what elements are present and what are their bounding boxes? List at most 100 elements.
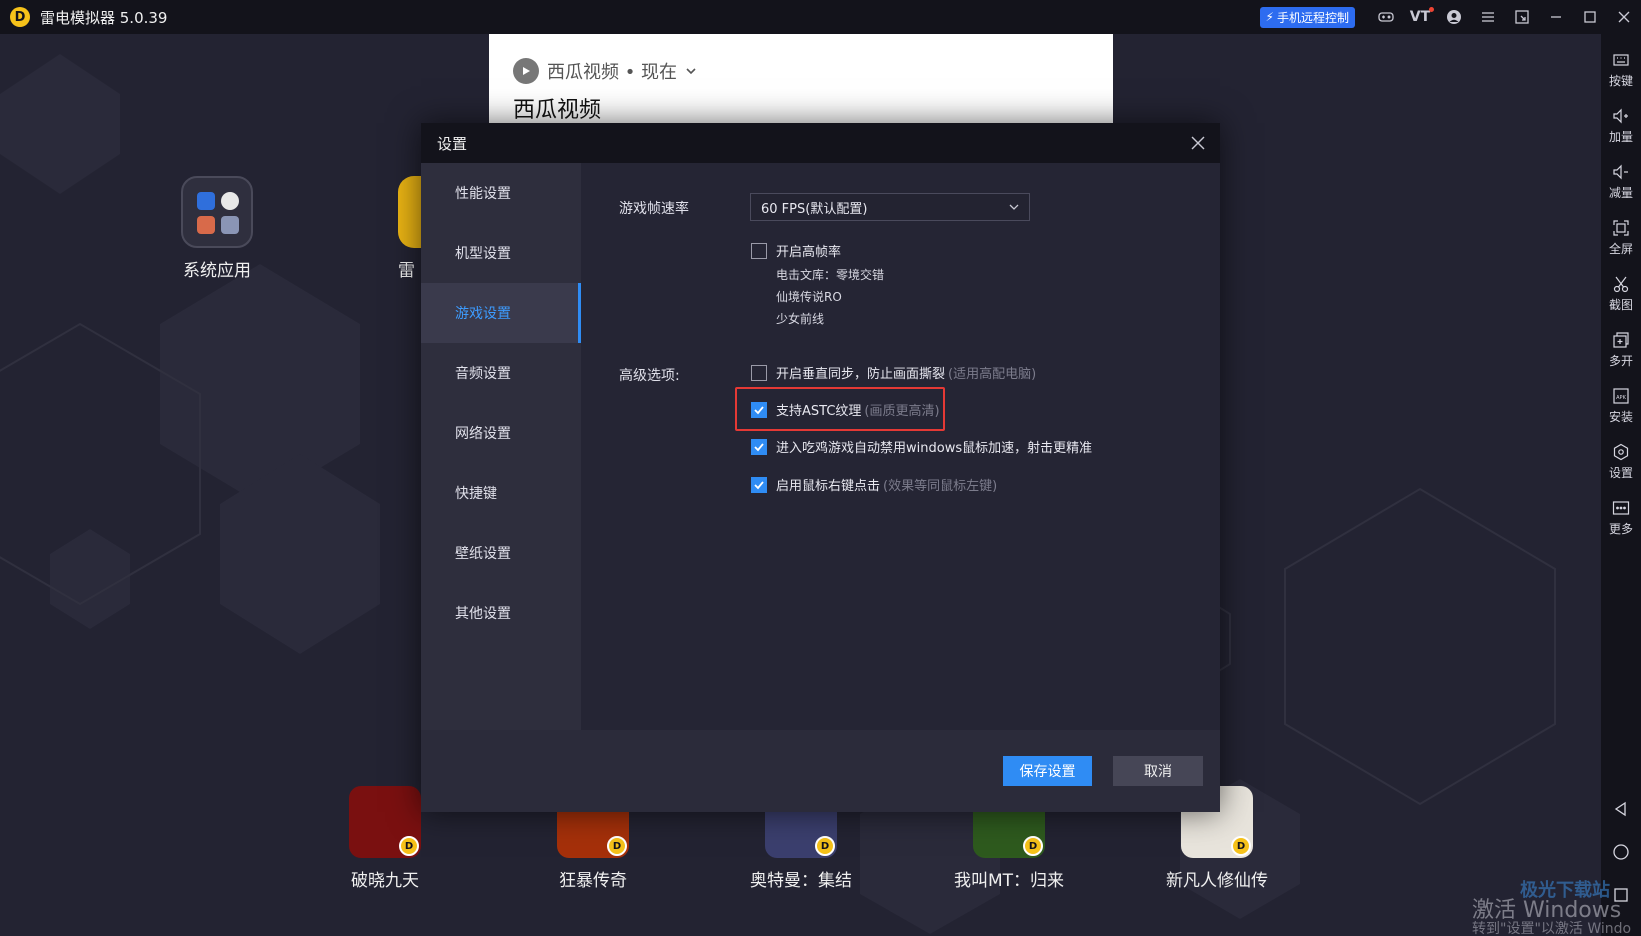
dock-app-label: 新凡人修仙传 — [1166, 871, 1268, 891]
high-fps-game-1: 电击文库：零境交错 — [776, 268, 885, 282]
vsync-checkbox[interactable] — [751, 364, 767, 381]
high-fps-option[interactable]: 开启高帧率 — [751, 241, 841, 260]
toolbar-label: 设置 — [1608, 466, 1633, 480]
ld-badge-icon: D — [399, 836, 419, 856]
high-fps-checkbox[interactable] — [751, 242, 767, 259]
xigua-video-icon — [513, 58, 539, 84]
astc-checkbox[interactable] — [751, 401, 767, 418]
toolbar-keymapping[interactable]: 按键 — [1601, 42, 1641, 98]
dialog-header: 设置 — [421, 123, 1220, 163]
high-fps-game-3: 少女前线 — [776, 312, 825, 326]
astc-label: 支持ASTC纹理 — [776, 404, 862, 419]
settings-dialog: 设置 性能设置 机型设置 游戏设置 音频设置 网络设置 快捷键 壁纸设置 其他设… — [421, 123, 1220, 812]
right-click-checkbox[interactable] — [751, 476, 767, 493]
vt-button[interactable]: VT — [1403, 0, 1437, 34]
cancel-button[interactable]: 取消 — [1113, 756, 1203, 786]
fps-select[interactable]: 60 FPS(默认配置) — [750, 193, 1030, 221]
ld-badge-icon: D — [1231, 836, 1251, 856]
back-icon[interactable] — [1601, 800, 1641, 818]
multi-instance-icon — [1613, 332, 1629, 348]
sidebar-item-label: 其他设置 — [455, 606, 511, 622]
sidebar-item-label: 音频设置 — [455, 366, 511, 382]
folder-icon — [181, 176, 253, 248]
save-button[interactable]: 保存设置 — [1003, 756, 1092, 786]
toolbar-label: 全屏 — [1608, 242, 1633, 256]
high-fps-game-2: 仙境传说RO — [776, 290, 842, 304]
sidebar-item-performance[interactable]: 性能设置 — [421, 163, 581, 223]
chevron-down-icon[interactable] — [685, 61, 697, 82]
mouse-accel-option[interactable]: 进入吃鸡游戏自动禁用windows鼠标加速，射击更精准 — [751, 437, 1092, 456]
menu-icon[interactable] — [1471, 0, 1505, 34]
mouse-accel-checkbox[interactable] — [751, 438, 767, 455]
toolbar-label: 按键 — [1608, 74, 1633, 88]
sidebar-item-other[interactable]: 其他设置 — [421, 583, 581, 643]
toolbar-settings[interactable]: 设置 — [1601, 434, 1641, 490]
toolbar-more[interactable]: 更多 — [1601, 490, 1641, 546]
windows-activation-hint: 转到"设置"以激活 Windo — [1472, 921, 1632, 936]
check-icon — [754, 442, 764, 451]
dock-app-label: 破晓九天 — [351, 871, 419, 891]
sidebar-item-network[interactable]: 网络设置 — [421, 403, 581, 463]
settings-icon — [1613, 443, 1629, 461]
keyboard-icon — [1613, 54, 1629, 66]
shrink-icon[interactable] — [1505, 0, 1539, 34]
notification-title: 西瓜视频 — [513, 98, 602, 123]
settings-sidebar: 性能设置 机型设置 游戏设置 音频设置 网络设置 快捷键 壁纸设置 其他设置 — [421, 163, 581, 730]
dock-app-label: 我叫MT：归来 — [953, 871, 1065, 891]
dock-app-label: 狂暴传奇 — [559, 871, 627, 891]
toolbar-multi-instance[interactable]: 多开 — [1601, 322, 1641, 378]
game-icon: D — [349, 786, 421, 858]
notification-source: 西瓜视频 • 现在 — [513, 58, 697, 84]
apk-install-icon: APK — [1613, 388, 1629, 404]
close-icon[interactable] — [1607, 0, 1641, 34]
sidebar-item-device-model[interactable]: 机型设置 — [421, 223, 581, 283]
user-icon[interactable] — [1437, 0, 1471, 34]
check-icon — [754, 480, 764, 489]
astc-hint: (画质更高清) — [864, 404, 940, 419]
vt-label: VT — [1410, 7, 1435, 25]
system-apps-folder[interactable]: 系统应用 — [172, 176, 262, 281]
toolbar-label: 截图 — [1608, 298, 1633, 312]
toolbar-label: 更多 — [1608, 522, 1633, 536]
sidebar-item-shortcuts[interactable]: 快捷键 — [421, 463, 581, 523]
toolbar-install-apk[interactable]: APK 安装 — [1601, 378, 1641, 434]
toolbar-volume-up[interactable]: 加量 — [1601, 98, 1641, 154]
toolbar-label: 安装 — [1608, 410, 1633, 424]
check-icon — [754, 405, 764, 414]
toolbar-fullscreen[interactable]: 全屏 — [1601, 210, 1641, 266]
home-icon[interactable] — [1601, 843, 1641, 861]
sidebar-item-audio[interactable]: 音频设置 — [421, 343, 581, 403]
fullscreen-icon — [1613, 220, 1629, 236]
more-icon — [1612, 501, 1630, 515]
ld-badge-icon: D — [1023, 836, 1043, 856]
sidebar-item-wallpaper[interactable]: 壁纸设置 — [421, 523, 581, 583]
high-fps-label: 开启高帧率 — [776, 245, 842, 260]
vsync-option[interactable]: 开启垂直同步，防止画面撕裂 (适用高配电脑) — [751, 363, 1036, 382]
minimize-icon[interactable] — [1539, 0, 1573, 34]
lightning-icon: ⚡ — [1265, 10, 1274, 24]
gallery-icon — [197, 216, 215, 234]
toolbar-screenshot[interactable]: 截图 — [1601, 266, 1641, 322]
toolbar-volume-down[interactable]: 减量 — [1601, 154, 1641, 210]
right-click-option[interactable]: 启用鼠标右键点击 (效果等同鼠标左键) — [751, 475, 997, 494]
vsync-hint: (适用高配电脑) — [948, 367, 1037, 382]
sidebar-item-label: 性能设置 — [455, 186, 511, 202]
sidebar-item-game[interactable]: 游戏设置 — [421, 283, 581, 343]
notification-card[interactable]: 西瓜视频 • 现在 西瓜视频 — [489, 34, 1113, 124]
contacts-icon — [221, 216, 239, 234]
astc-option[interactable]: 支持ASTC纹理 (画质更高清) — [751, 400, 940, 419]
sidebar-item-label: 网络设置 — [455, 426, 511, 442]
gamepad-icon[interactable] — [1369, 0, 1403, 34]
notification-source-text: 西瓜视频 • 现在 — [547, 62, 678, 83]
right-click-label: 启用鼠标右键点击 — [776, 479, 881, 494]
system-apps-label: 系统应用 — [183, 261, 251, 281]
ld-badge-icon: D — [607, 836, 627, 856]
maximize-icon[interactable] — [1573, 0, 1607, 34]
dialog-title: 设置 — [437, 134, 468, 153]
right-toolbar: 按键 加量 减量 全屏 截图 多开 APK 安装 设置 更多 — [1601, 34, 1641, 936]
remote-control-button[interactable]: ⚡ 手机远程控制 — [1259, 6, 1355, 28]
sidebar-item-label: 游戏设置 — [455, 306, 511, 322]
dialog-close-icon[interactable] — [1188, 133, 1208, 153]
settings-app-icon — [197, 192, 215, 210]
scissors-icon — [1613, 276, 1629, 293]
